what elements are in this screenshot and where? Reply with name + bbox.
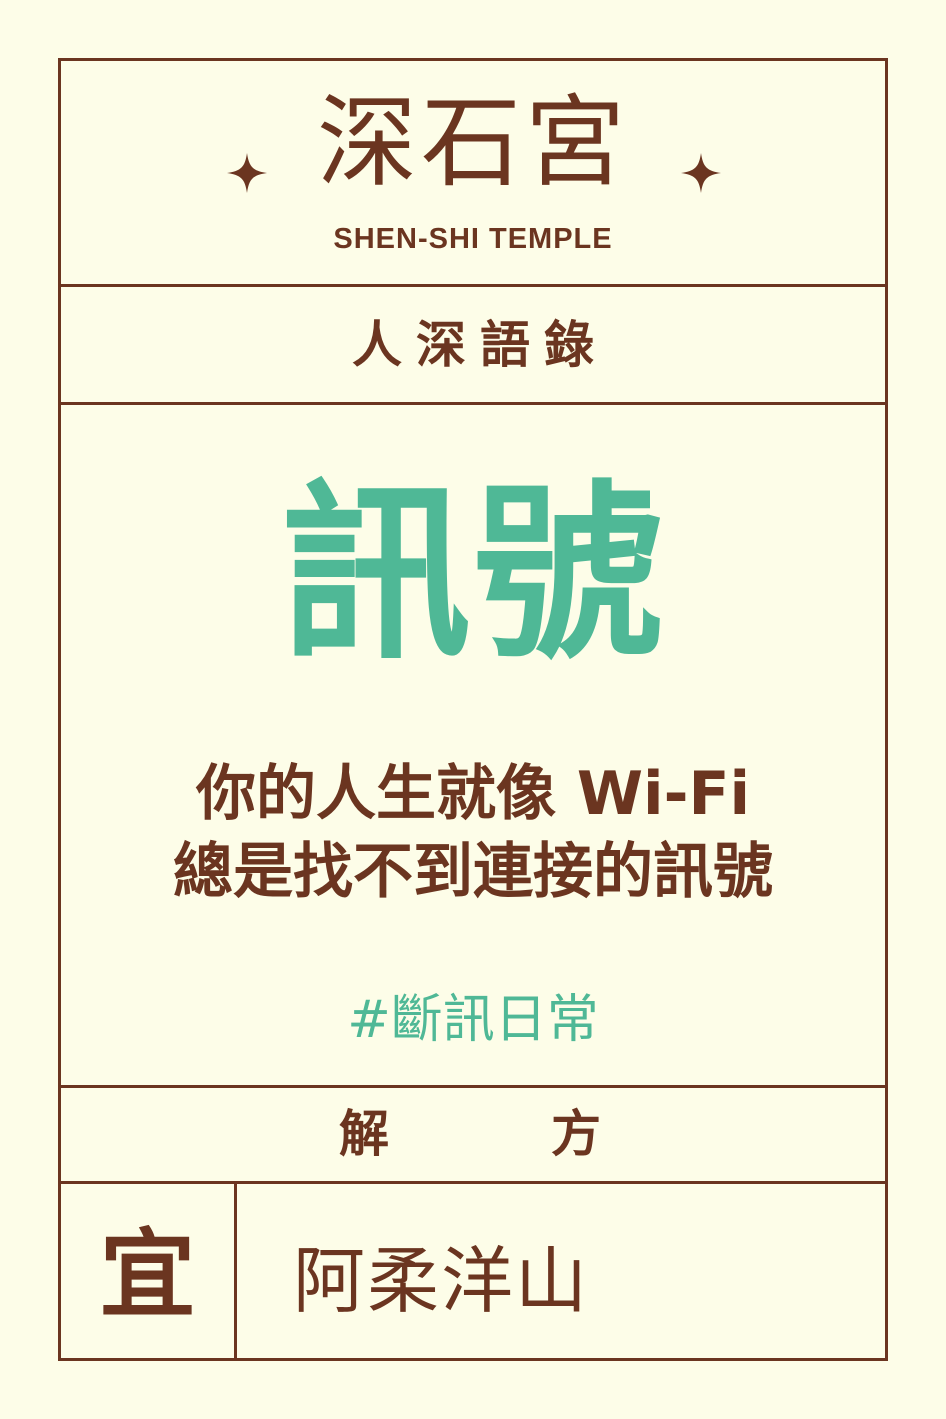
- yi-label: 宜: [99, 1219, 196, 1331]
- fortune-title: 訊號: [280, 464, 665, 685]
- temple-name: 深石宮: [317, 84, 629, 201]
- main-content: 訊號 你的人生就像 Wi-Fi 總是找不到連接的訊號 #斷訊日常: [61, 405, 885, 1088]
- section-title-row: 人深語錄: [61, 287, 885, 405]
- yi-cell: 宜: [61, 1184, 237, 1358]
- sparkle-icon: [681, 153, 721, 193]
- hashtag: #斷訊日常: [347, 990, 599, 1050]
- remedy-header: 解 方: [61, 1088, 885, 1184]
- section-title: 人深語錄: [352, 316, 608, 374]
- remedy-row: 宜 阿柔洋山: [61, 1184, 885, 1358]
- remedy-label-2: 方: [551, 1105, 601, 1163]
- temple-name-english: SHEN-SHI TEMPLE: [333, 223, 613, 255]
- remedy-label-1: 解: [339, 1105, 389, 1163]
- remedy-value: 阿柔洋山: [293, 1239, 590, 1323]
- fortune-card: 深石宮 SHEN-SHI TEMPLE 人深語錄 訊號 你的人生就像 Wi-Fi…: [58, 58, 888, 1361]
- header: 深石宮 SHEN-SHI TEMPLE: [61, 61, 885, 287]
- quote-line-1: 你的人生就像 Wi-Fi: [195, 759, 751, 829]
- quote: 你的人生就像 Wi-Fi 總是找不到連接的訊號: [61, 755, 885, 911]
- quote-line-2: 總是找不到連接的訊號: [173, 837, 773, 907]
